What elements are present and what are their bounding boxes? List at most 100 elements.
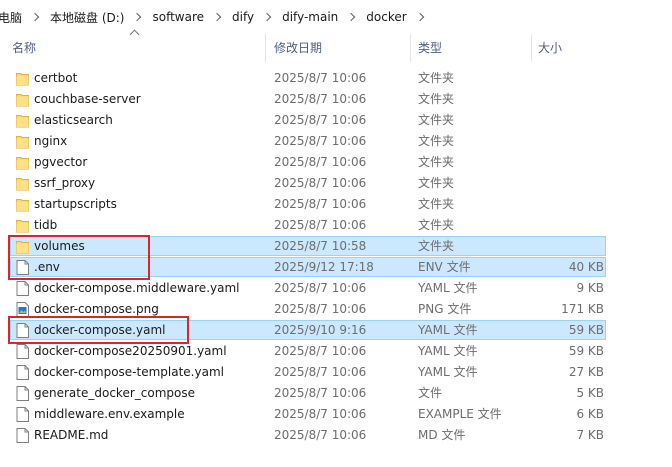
file-type: ENV 文件: [418, 260, 471, 274]
file-row[interactable]: ssrf_proxy 2025/8/7 10:06 文件夹: [0, 173, 672, 194]
breadcrumb-separator-icon[interactable]: [262, 12, 272, 22]
file-row[interactable]: couchbase-server 2025/8/7 10:06 文件夹: [0, 89, 672, 110]
file-type: 文件夹: [418, 197, 455, 211]
file-modified-date: 2025/8/7 10:06: [274, 197, 367, 211]
file-icon: [16, 365, 29, 380]
breadcrumb-separator-icon[interactable]: [415, 12, 424, 22]
file-modified-date: 2025/8/7 10:06: [274, 113, 367, 127]
breadcrumb-separator-icon[interactable]: [212, 12, 222, 22]
folder-icon: [16, 92, 29, 107]
breadcrumb-dify[interactable]: dify: [226, 10, 260, 24]
file-row[interactable]: docker-compose.middleware.yaml 2025/8/7 1…: [0, 278, 672, 299]
file-size: 6 KB: [576, 407, 604, 421]
breadcrumb-docker[interactable]: docker: [360, 10, 412, 24]
file-row[interactable]: middleware.env.example 2025/8/7 10:06 EXAM…: [0, 404, 672, 425]
file-type: 文件夹: [418, 134, 455, 148]
file-icon: [16, 281, 29, 296]
file-row[interactable]: README.md 2025/8/7 10:06 MD 文件 7 KB: [0, 425, 672, 446]
file-icon: [16, 407, 29, 422]
file-name: ssrf_proxy: [34, 176, 96, 190]
column-header-type[interactable]: 类型: [411, 34, 532, 62]
file-size: [530, 173, 604, 194]
file-icon: [16, 386, 29, 401]
breadcrumb-this-pc[interactable]: 电脑: [0, 9, 28, 26]
file-size: 5 KB: [576, 386, 604, 400]
image-file-icon: [16, 302, 29, 317]
file-icon: [16, 344, 29, 359]
file-modified-date: 2025/8/7 10:06: [274, 92, 367, 106]
folder-icon: [16, 134, 29, 149]
file-modified-date: 2025/8/7 10:06: [274, 428, 367, 442]
file-row[interactable]: nginx 2025/8/7 10:06 文件夹: [0, 131, 672, 152]
address-bar[interactable]: 电脑 本地磁盘 (D:) software dify dify-main doc…: [0, 0, 672, 34]
column-header-size[interactable]: 大小: [532, 34, 612, 62]
file-type: 文件夹: [418, 71, 455, 85]
file-row[interactable]: elasticsearch 2025/8/7 10:06 文件夹: [0, 110, 672, 131]
folder-icon: [16, 71, 29, 86]
file-name: volumes: [34, 239, 85, 253]
file-modified-date: 2025/8/7 10:06: [274, 176, 367, 190]
file-row[interactable]: docker-compose-template.yaml 2025/8/7 10:…: [0, 362, 672, 383]
folder-icon: [16, 176, 29, 191]
file-row[interactable]: pgvector 2025/8/7 10:06 文件夹: [0, 152, 672, 173]
file-size: [530, 215, 604, 236]
file-name: middleware.env.example: [34, 407, 185, 421]
file-row[interactable]: certbot 2025/8/7 10:06 文件夹: [0, 68, 672, 89]
file-name: generate_docker_compose: [34, 386, 195, 400]
file-row[interactable]: tidb 2025/8/7 10:06 文件夹: [0, 215, 672, 236]
file-row[interactable]: .env 2025/9/12 17:18 ENV 文件 40 KB: [0, 257, 672, 278]
file-row[interactable]: docker-compose.yaml 2025/9/10 9:16 YAML 文件…: [0, 320, 672, 341]
file-type: MD 文件: [418, 428, 466, 442]
file-name: docker-compose-template.yaml: [34, 365, 224, 379]
file-size: [530, 236, 604, 257]
breadcrumb-separator-icon[interactable]: [30, 12, 40, 22]
file-type: 文件夹: [418, 155, 455, 169]
file-name: docker-compose.png: [34, 302, 159, 316]
file-size: 59 KB: [568, 344, 604, 358]
file-name: docker-compose20250901.yaml: [34, 344, 227, 358]
file-size: [530, 194, 604, 215]
file-modified-date: 2025/8/7 10:06: [274, 302, 367, 316]
file-modified-date: 2025/8/7 10:58: [274, 239, 367, 253]
file-name: elasticsearch: [34, 113, 113, 127]
breadcrumb-dify-main[interactable]: dify-main: [276, 10, 344, 24]
file-name: README.md: [34, 428, 109, 442]
file-modified-date: 2025/8/7 10:06: [274, 344, 367, 358]
file-type: EXAMPLE 文件: [418, 407, 502, 421]
file-size: 27 KB: [568, 365, 604, 379]
file-row[interactable]: docker-compose20250901.yaml 2025/8/7 10:0…: [0, 341, 672, 362]
file-name: startupscripts: [34, 197, 117, 211]
file-type: 文件夹: [418, 218, 455, 232]
file-size: 7 KB: [576, 428, 604, 442]
file-size: 171 KB: [561, 302, 604, 316]
file-type: YAML 文件: [418, 365, 478, 379]
breadcrumb-separator-icon[interactable]: [133, 12, 142, 22]
file-row[interactable]: generate_docker_compose 2025/8/7 10:06 文件 5…: [0, 383, 672, 404]
file-name: docker-compose.yaml: [34, 323, 166, 337]
file-row[interactable]: docker-compose.png 2025/8/7 10:06 PNG 文件 17…: [0, 299, 672, 320]
file-modified-date: 2025/8/7 10:06: [274, 407, 367, 421]
folder-icon: [16, 155, 29, 170]
file-list: certbot 2025/8/7 10:06 文件夹 couchbase-server…: [0, 68, 672, 446]
file-name: couchbase-server: [34, 92, 141, 106]
breadcrumb-software[interactable]: software: [146, 10, 210, 24]
file-size: [530, 152, 604, 173]
file-row[interactable]: startupscripts 2025/8/7 10:06 文件夹: [0, 194, 672, 215]
file-type: YAML 文件: [418, 344, 478, 358]
breadcrumb-separator-icon[interactable]: [347, 12, 356, 22]
column-header-name[interactable]: 名称: [0, 34, 266, 62]
column-header-date[interactable]: 修改日期: [266, 34, 411, 62]
file-modified-date: 2025/8/7 10:06: [274, 218, 367, 232]
file-icon: [16, 323, 29, 338]
breadcrumb-drive-d[interactable]: 本地磁盘 (D:): [44, 9, 130, 26]
file-size: 40 KB: [568, 260, 604, 274]
file-icon: [16, 428, 29, 443]
file-name: nginx: [34, 134, 68, 148]
file-row[interactable]: volumes 2025/8/7 10:58 文件夹: [0, 236, 672, 257]
file-type: YAML 文件: [418, 323, 478, 337]
file-size: 9 KB: [576, 281, 604, 295]
file-name: pgvector: [34, 155, 88, 169]
file-modified-date: 2025/8/7 10:06: [274, 365, 367, 379]
file-modified-date: 2025/8/7 10:06: [274, 71, 367, 85]
file-name: tidb: [34, 218, 58, 232]
